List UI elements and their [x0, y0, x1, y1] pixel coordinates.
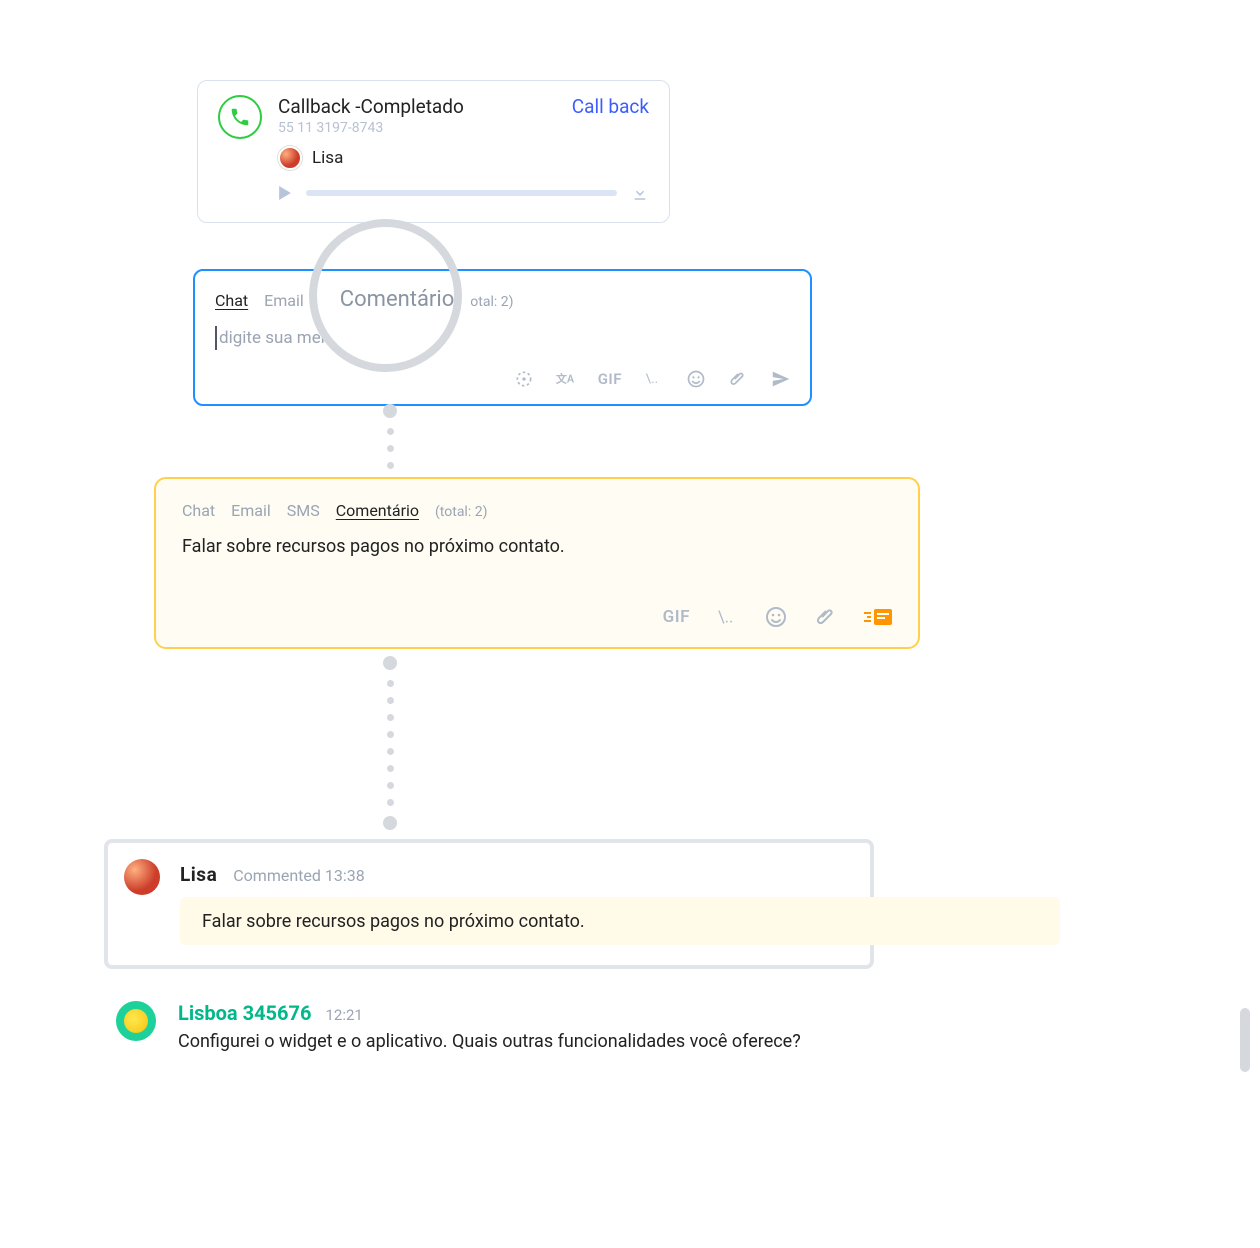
attachment-icon[interactable]: [728, 369, 748, 389]
comment-record: Lisa Commented 13:38 Falar sobre recurso…: [104, 839, 874, 969]
cobrowse-icon[interactable]: [514, 369, 534, 389]
message-input[interactable]: digite sua mer: [215, 326, 790, 350]
tabs-total: (total: 2): [435, 504, 487, 520]
emoji-icon[interactable]: [686, 369, 706, 389]
compose-chat-panel: Chat Email Comentário otal: 2) digite su…: [193, 269, 812, 406]
contact-text: Configurei o widget e o aplicativo. Quai…: [178, 1031, 801, 1052]
emoji-icon[interactable]: [764, 605, 788, 629]
play-icon[interactable]: [278, 186, 292, 200]
svg-text:\..: \..: [646, 372, 659, 387]
callback-phone-number: 55 11 3197-8743: [278, 120, 649, 136]
phone-icon: [218, 95, 262, 139]
comment-tabs: Chat Email SMS Comentário (total: 2): [182, 501, 892, 520]
slash-command-icon[interactable]: \..: [644, 369, 664, 389]
contact-avatar: [116, 1001, 156, 1041]
connector-dots-top: [383, 404, 397, 469]
agent-name: Lisa: [312, 148, 343, 168]
call-back-link[interactable]: Call back: [572, 95, 649, 118]
comment-input-text[interactable]: Falar sobre recursos pagos no próximo co…: [182, 536, 892, 557]
contact-name[interactable]: Lisboa 345676: [178, 1001, 311, 1025]
tab-chat[interactable]: Chat: [215, 291, 248, 310]
connector-dots-bottom: [383, 656, 397, 830]
comment-header: Lisa Commented 13:38: [180, 863, 365, 886]
tab-comment-magnified[interactable]: Comentário: [340, 287, 455, 312]
tabs-total-partial: otal: 2): [470, 294, 513, 310]
download-icon[interactable]: [631, 184, 649, 202]
send-comment-icon[interactable]: [864, 605, 894, 629]
message-input-placeholder: digite sua mer: [219, 328, 327, 348]
tab-email[interactable]: Email: [264, 291, 304, 310]
tab-chat[interactable]: Chat: [182, 501, 215, 520]
avatar: [278, 146, 302, 170]
translate-icon[interactable]: 文A: [556, 369, 576, 389]
compose-toolbar: 文A GIF \..: [514, 368, 792, 390]
callback-body: Callback -Completado Call back 55 11 319…: [278, 95, 649, 208]
contact-time: 12:21: [325, 1006, 362, 1024]
gif-icon[interactable]: GIF: [663, 607, 690, 627]
audio-track[interactable]: [306, 190, 617, 196]
callback-title: Callback -Completado: [278, 95, 464, 118]
tab-sms[interactable]: SMS: [287, 501, 320, 520]
avatar: [124, 859, 160, 895]
tab-comment[interactable]: Comentário: [336, 501, 419, 520]
tab-email[interactable]: Email: [231, 501, 271, 520]
callback-agent: Lisa: [278, 146, 649, 170]
comment-bubble: Falar sobre recursos pagos no próximo co…: [180, 897, 1060, 945]
comment-text: Falar sobre recursos pagos no próximo co…: [202, 911, 585, 932]
comment-toolbar: GIF \..: [663, 605, 894, 629]
svg-text:文A: 文A: [556, 371, 575, 385]
attachment-icon[interactable]: [814, 605, 838, 629]
send-icon[interactable]: [770, 368, 792, 390]
slash-command-icon[interactable]: \..: [716, 606, 738, 628]
contact-header: Lisboa 345676 12:21: [178, 1001, 801, 1025]
callback-card: Callback -Completado Call back 55 11 319…: [197, 80, 670, 223]
contact-message: Lisboa 345676 12:21 Configurei o widget …: [116, 1001, 801, 1052]
compose-comment-panel: Chat Email SMS Comentário (total: 2) Fal…: [154, 477, 920, 649]
compose-tabs: Chat Email Comentário otal: 2): [215, 287, 790, 312]
svg-text:\..: \..: [718, 609, 733, 628]
gif-icon[interactable]: GIF: [598, 370, 622, 388]
comment-author: Lisa: [180, 863, 217, 886]
audio-player: [278, 184, 649, 202]
scrollbar-thumb[interactable]: [1240, 1008, 1250, 1072]
comment-meta: Commented 13:38: [233, 866, 364, 885]
